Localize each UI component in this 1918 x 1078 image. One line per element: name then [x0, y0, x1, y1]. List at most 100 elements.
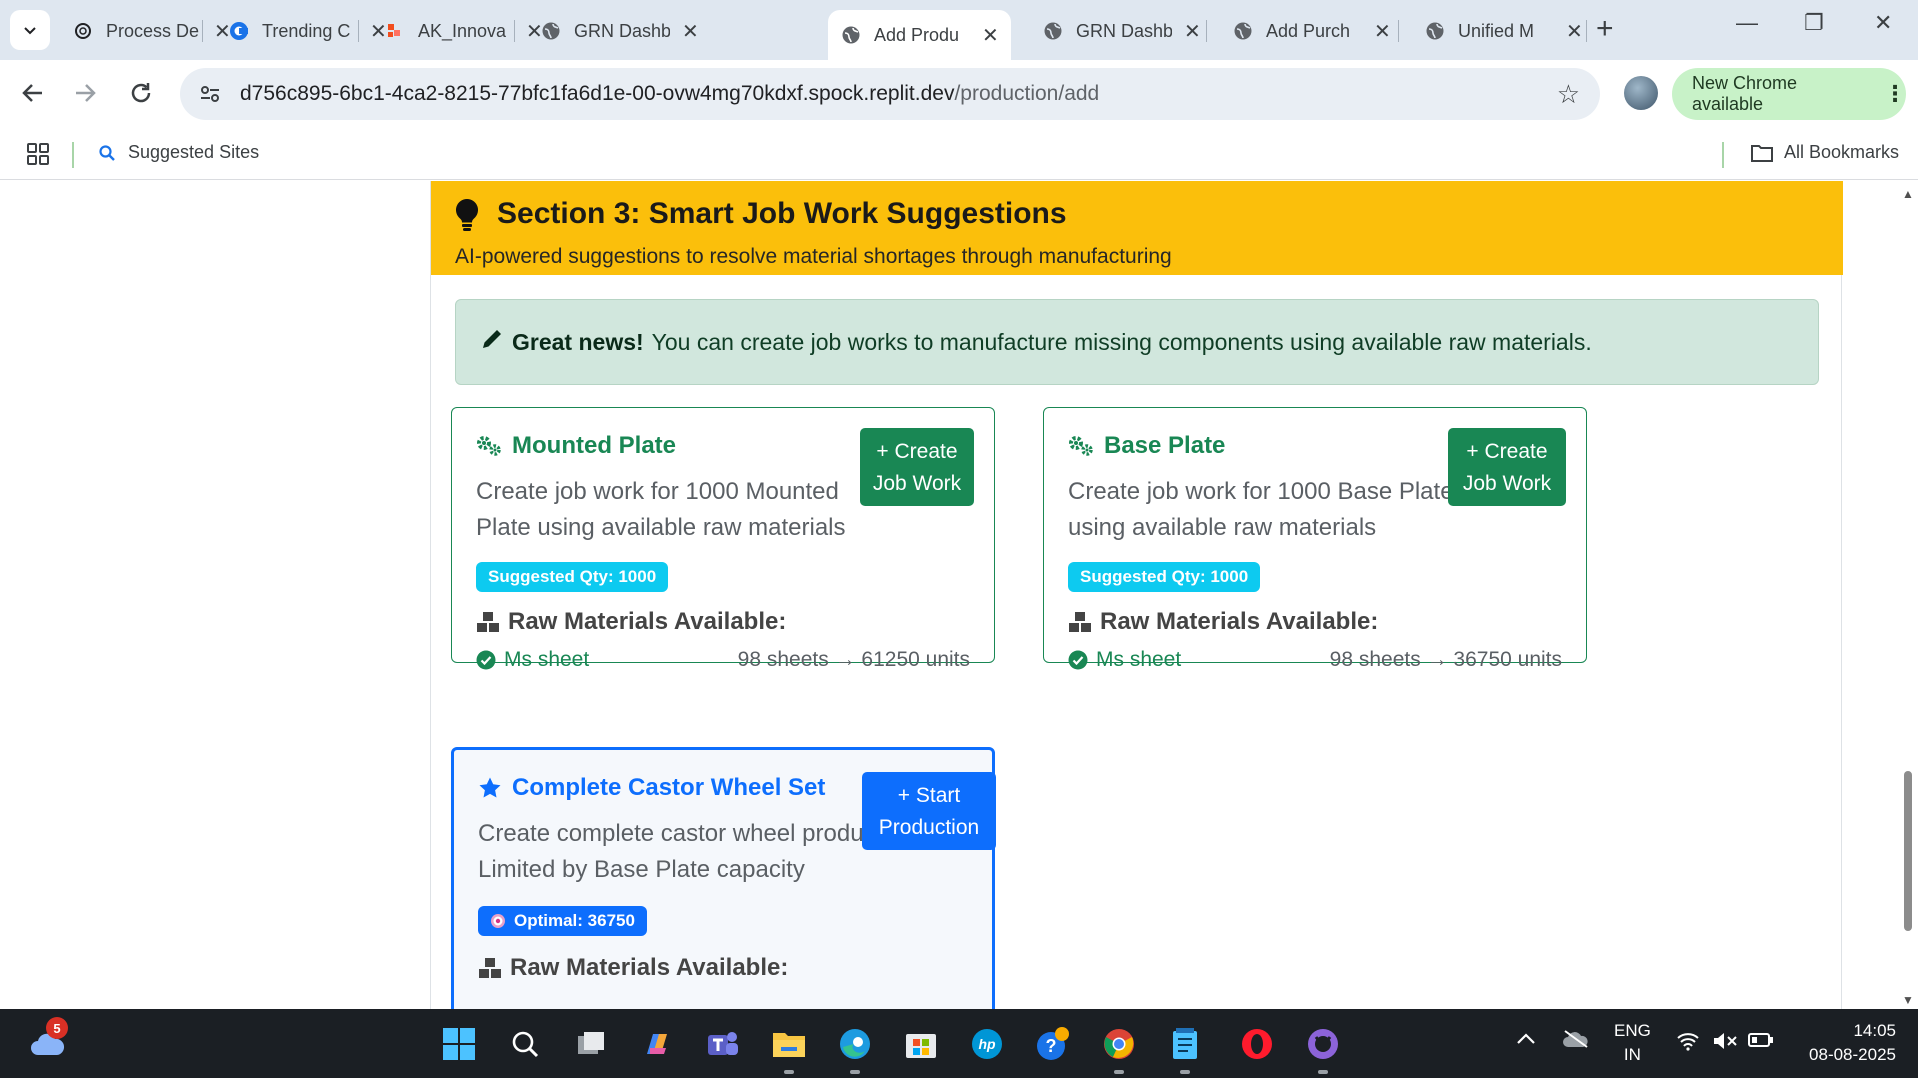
svg-text:hp: hp: [978, 1036, 996, 1052]
battery-icon[interactable]: [1748, 1031, 1774, 1054]
chevron-up-icon[interactable]: [1516, 1029, 1536, 1050]
running-indicator: [1180, 1070, 1190, 1074]
minimize-icon[interactable]: —: [1736, 10, 1758, 36]
button-line: Production: [878, 816, 980, 839]
address-bar[interactable]: d756c895-6bc1-4ca2-8215-77bfc1fa6d1e-00-…: [180, 68, 1600, 120]
globe-icon: [1232, 20, 1254, 42]
button-line: Job Work: [1462, 472, 1552, 495]
card-description: Create job work for 1000 Mounted Plate u…: [476, 478, 846, 541]
button-line: + Create: [1466, 440, 1548, 463]
github-icon[interactable]: [1304, 1025, 1342, 1063]
raw-heading-text: Raw Materials Available:: [510, 954, 789, 981]
windows-taskbar: 5 hp ? ENG IN 14:05 08-08-2025: [0, 1009, 1918, 1078]
suggested-qty-badge: Suggested Qty: 1000: [1068, 562, 1261, 592]
all-bookmarks-button[interactable]: All Bookmarks: [1750, 142, 1899, 163]
create-job-work-button[interactable]: + Create Job Work: [1448, 428, 1566, 506]
tab-title: Unified M: [1458, 20, 1535, 41]
running-indicator: [850, 1070, 860, 1074]
apps-grid-icon[interactable]: [26, 142, 50, 171]
more-menu-icon[interactable]: ⋮: [1884, 81, 1906, 107]
openai-icon: [72, 20, 94, 42]
section-title: Section 3: Smart Job Work Suggestions: [497, 197, 1067, 230]
page-scrollbar[interactable]: ▲ ▼: [1898, 181, 1918, 1009]
avatar[interactable]: [1624, 76, 1658, 110]
close-tab-icon[interactable]: ✕: [682, 19, 699, 44]
teams-icon[interactable]: [704, 1025, 742, 1063]
globe-icon: [1042, 20, 1064, 42]
optimal-badge: Optimal: 36750: [478, 906, 647, 936]
browser-tab-active[interactable]: Add Produ ✕: [828, 10, 1011, 60]
tab-strip: Process De ✕ Trending C ✕ AK_Innova ✕ GR…: [0, 0, 1918, 60]
scroll-down-icon[interactable]: ▼: [1902, 993, 1914, 1007]
browser-tab[interactable]: GRN Dashb ✕: [528, 10, 711, 52]
gears-icon: [1068, 435, 1094, 457]
material-conversion: 98 sheets → 61250 units: [737, 648, 970, 671]
alert-text: You can create job works to manufacture …: [651, 328, 1592, 355]
target-icon: [490, 913, 506, 929]
close-tab-icon[interactable]: ✕: [1184, 19, 1201, 44]
close-tab-icon[interactable]: ✕: [1374, 19, 1391, 44]
search-icon[interactable]: [506, 1025, 544, 1063]
bookmark-suggested-sites[interactable]: Suggested Sites: [98, 142, 259, 163]
start-production-button[interactable]: + Start Production: [862, 772, 996, 850]
create-job-work-button[interactable]: + Create Job Work: [860, 428, 974, 506]
bookmark-label: Suggested Sites: [128, 142, 260, 162]
boxes-icon: [478, 956, 502, 980]
close-window-icon[interactable]: ✕: [1874, 10, 1892, 36]
browser-tab[interactable]: Unified M ✕: [1412, 10, 1595, 52]
card-title: Base Plate: [1068, 432, 1225, 460]
task-view-icon[interactable]: [572, 1025, 610, 1063]
tab-title: GRN Dashb: [1076, 20, 1172, 41]
pencil-icon: [480, 327, 504, 357]
tab-title: AK_Innova: [418, 20, 507, 41]
tab-search-button[interactable]: [10, 10, 50, 50]
notepad-icon[interactable]: [1166, 1025, 1204, 1063]
tab-separator: [358, 20, 359, 42]
material-name: Ms sheet: [1096, 648, 1182, 671]
browser-tab[interactable]: GRN Dashb ✕: [1030, 10, 1213, 52]
job-work-card-mounted-plate: Mounted Plate Create job work for 1000 M…: [451, 407, 995, 671]
bookmark-divider: [72, 142, 74, 168]
clock-date: 08-08-2025: [1809, 1045, 1896, 1064]
running-indicator: [1114, 1070, 1124, 1074]
raw-materials-heading: Raw Materials Available:: [476, 608, 786, 636]
restore-icon[interactable]: ❐: [1804, 10, 1824, 36]
close-tab-icon[interactable]: ✕: [1566, 19, 1583, 44]
onedrive-icon[interactable]: [1562, 1029, 1590, 1054]
file-explorer-icon[interactable]: [770, 1025, 808, 1063]
browser-tab[interactable]: Add Purch ✕: [1220, 10, 1403, 52]
raw-materials-heading: Raw Materials Available:: [1068, 608, 1378, 636]
microsoft-store-icon[interactable]: [902, 1025, 940, 1063]
back-arrow-icon[interactable]: [20, 80, 46, 113]
globe-icon: [540, 20, 562, 42]
scrollbar-thumb[interactable]: [1904, 771, 1912, 931]
opera-icon[interactable]: [1238, 1025, 1276, 1063]
wifi-icon[interactable]: [1676, 1031, 1700, 1056]
hp-icon[interactable]: hp: [968, 1025, 1006, 1063]
chrome-icon[interactable]: [1100, 1025, 1138, 1063]
language-indicator[interactable]: ENG IN: [1614, 1019, 1651, 1067]
scroll-up-icon[interactable]: ▲: [1902, 187, 1914, 201]
alert-bold-text: Great news!: [512, 328, 644, 355]
close-tab-icon[interactable]: ✕: [982, 23, 999, 48]
help-icon[interactable]: ?: [1034, 1025, 1072, 1063]
chrome-update-button[interactable]: New Chrome available ⋮: [1672, 68, 1906, 120]
site-settings-icon[interactable]: [180, 82, 240, 106]
reload-icon[interactable]: [128, 80, 154, 113]
c-logo-icon: [228, 20, 250, 42]
speaker-muted-icon[interactable]: [1712, 1031, 1738, 1056]
copilot-icon[interactable]: [638, 1025, 676, 1063]
windows-start-icon[interactable]: [440, 1025, 478, 1063]
material-item: Ms sheet: [1068, 648, 1181, 672]
forward-arrow-icon[interactable]: [72, 80, 98, 113]
region-code: IN: [1623, 1045, 1641, 1064]
section-header: Section 3: Smart Job Work Suggestions AI…: [431, 181, 1843, 275]
globe-icon: [840, 24, 862, 46]
edge-icon[interactable]: [836, 1025, 874, 1063]
system-clock[interactable]: 14:05 08-08-2025: [1809, 1019, 1896, 1067]
nav-bar: d756c895-6bc1-4ca2-8215-77bfc1fa6d1e-00-…: [0, 60, 1918, 130]
new-tab-button[interactable]: +: [1596, 12, 1614, 46]
bookmark-star-icon[interactable]: ☆: [1557, 79, 1580, 110]
tab-title: Trending C: [262, 20, 351, 41]
tab-separator: [514, 20, 515, 42]
